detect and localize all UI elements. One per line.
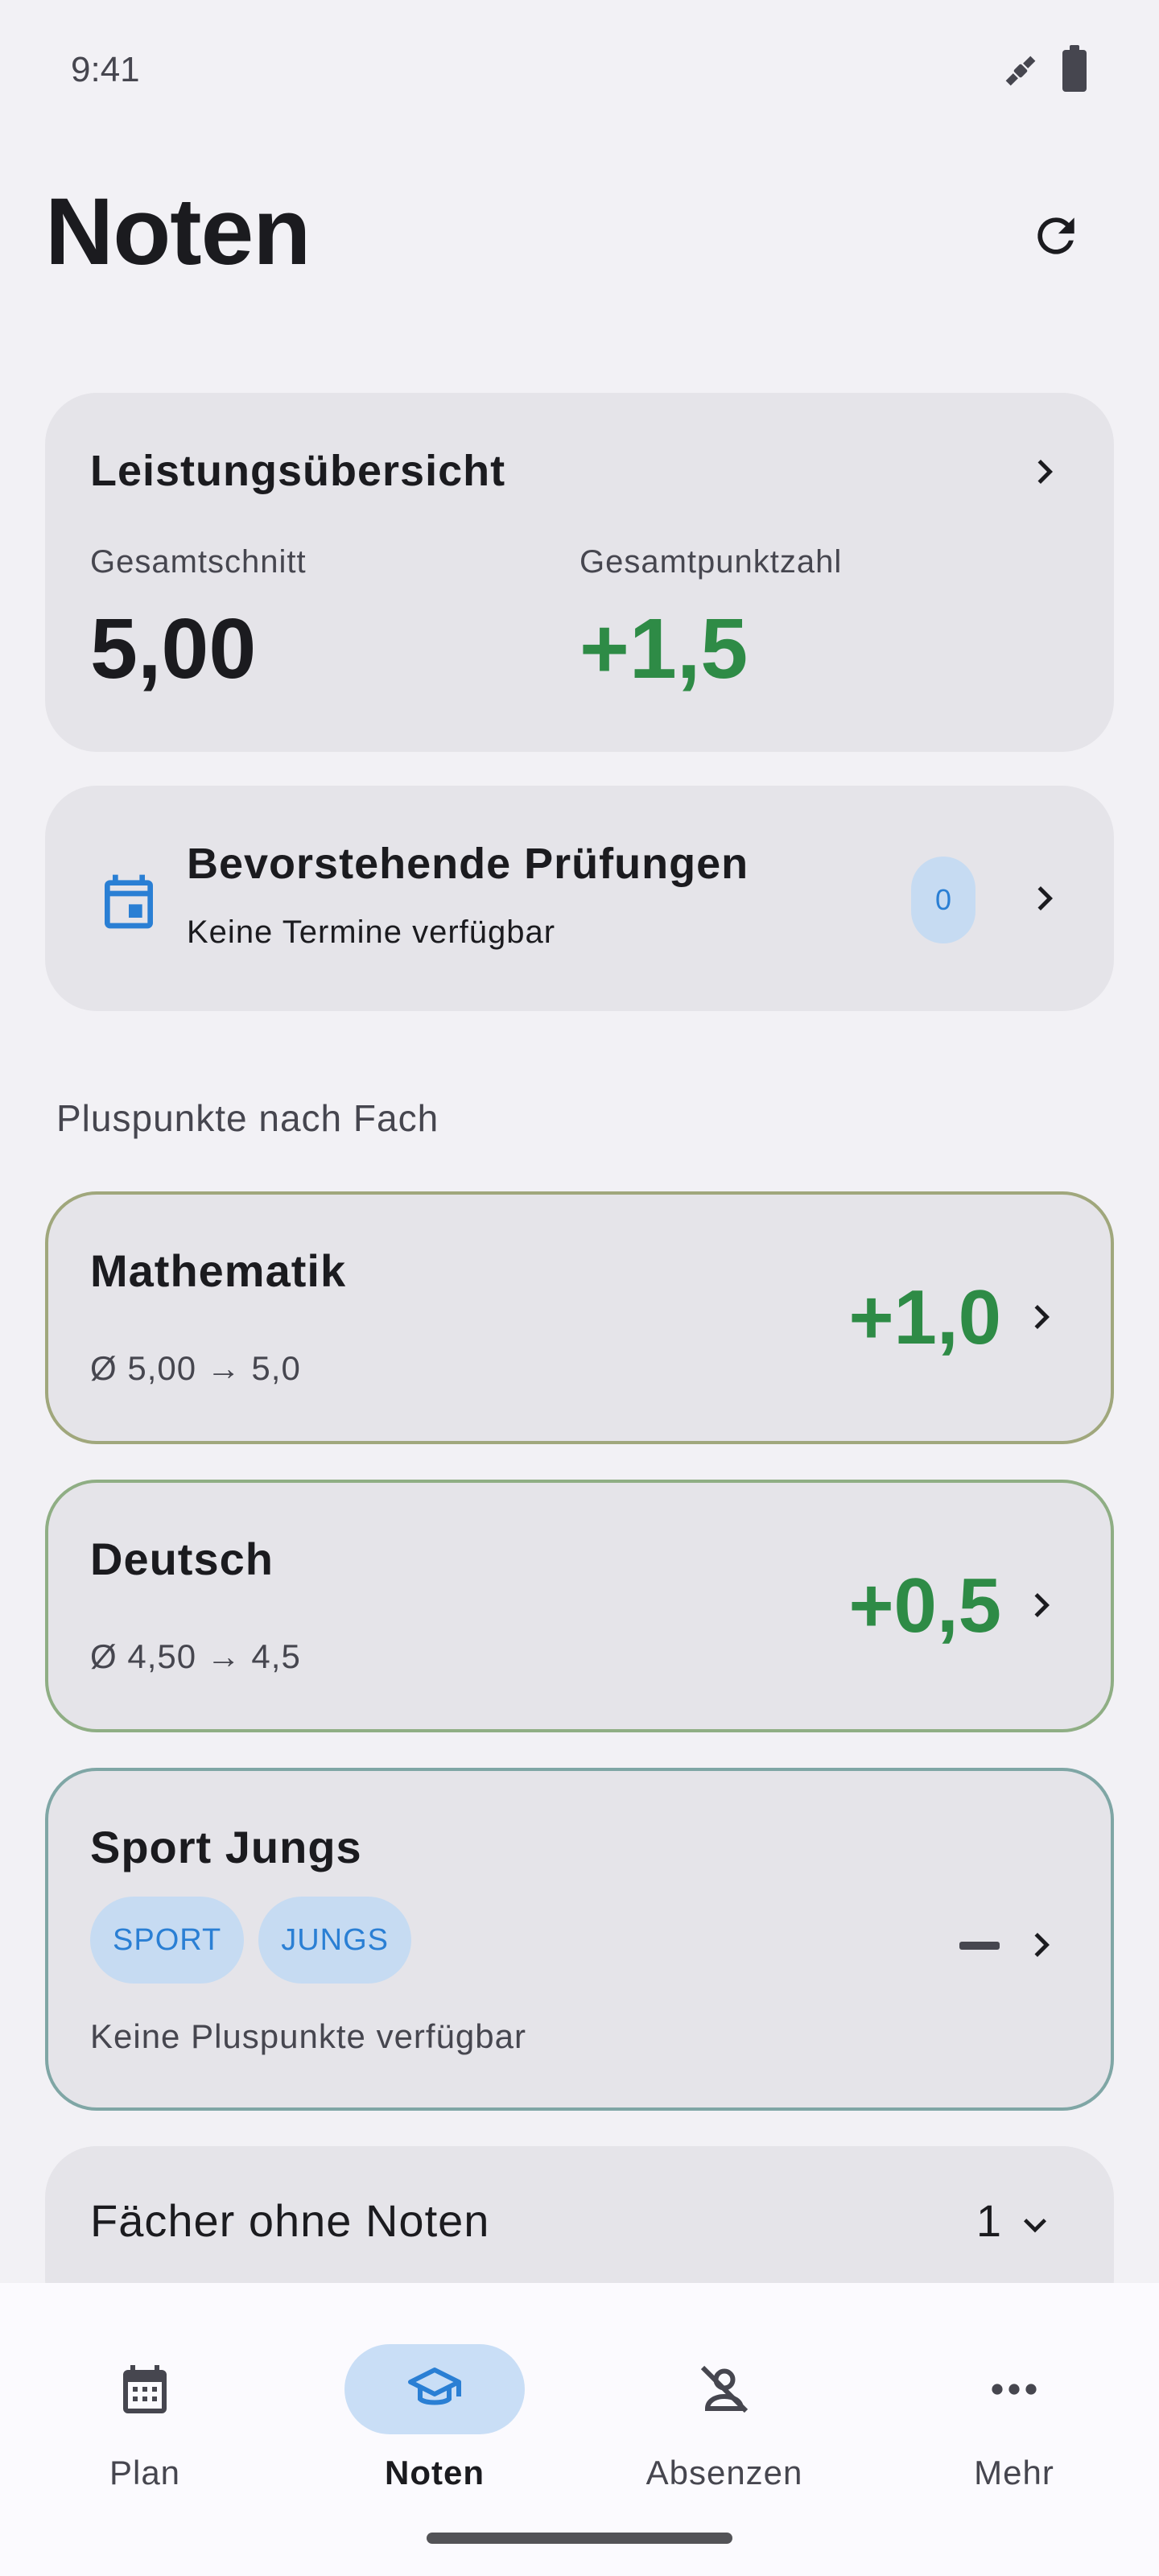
upcoming-exams-card[interactable]: Bevorstehende Prüfungen Keine Termine ve… bbox=[45, 786, 1114, 1011]
chevron-right-icon bbox=[1017, 1293, 1066, 1341]
subject-name: Sport Jungs bbox=[90, 1822, 362, 1872]
battery-icon bbox=[1062, 45, 1087, 92]
subject-name: Deutsch bbox=[90, 1534, 274, 1584]
exam-count-badge: 0 bbox=[911, 857, 975, 943]
subject-name: Mathematik bbox=[90, 1245, 347, 1296]
subject-average: Ø 4,50 → 4,5 bbox=[90, 1637, 301, 1675]
subject-note: Keine Pluspunkte verfügbar bbox=[90, 2017, 526, 2055]
overview-card[interactable]: Leistungsübersicht Gesamtschnitt Gesamtp… bbox=[45, 393, 1114, 752]
subject-card-deutsch[interactable]: Deutsch Ø 4,50 → 4,5 +0,5 bbox=[45, 1480, 1114, 1732]
chevron-right-icon bbox=[1021, 448, 1069, 496]
more-horizontal-icon bbox=[992, 2384, 1037, 2395]
home-indicator[interactable] bbox=[427, 2533, 732, 2544]
nav-label: Noten bbox=[385, 2454, 485, 2491]
section-label: Pluspunkte nach Fach bbox=[56, 1097, 439, 1139]
nav-item-mehr[interactable]: Mehr bbox=[869, 2315, 1159, 2492]
no-points-dash bbox=[959, 1942, 1000, 1950]
chevron-right-icon bbox=[1017, 1581, 1066, 1629]
nav-label: Mehr bbox=[974, 2454, 1054, 2491]
subject-card-mathematik[interactable]: Mathematik Ø 5,00 → 5,0 +1,0 bbox=[45, 1191, 1114, 1444]
nav-icon-container bbox=[55, 2344, 235, 2434]
status-bar: 9:41 bbox=[0, 0, 1159, 145]
nav-icon-container bbox=[344, 2344, 525, 2434]
graduation-cap-icon bbox=[408, 2368, 461, 2405]
subjects-without-grades-label: Fächer ohne Noten bbox=[90, 2195, 490, 2246]
overall-points-label: Gesamtpunktzahl bbox=[580, 544, 843, 580]
nav-item-absenzen[interactable]: Absenzen bbox=[580, 2315, 869, 2492]
overall-average-label: Gesamtschnitt bbox=[90, 544, 307, 580]
overall-points-value: +1,5 bbox=[580, 601, 749, 696]
person-off-icon bbox=[700, 2365, 749, 2413]
calendar-icon bbox=[123, 2365, 167, 2413]
subject-tag: SPORT bbox=[90, 1897, 245, 1984]
subject-tag: JUNGS bbox=[258, 1897, 412, 1984]
overview-title: Leistungsübersicht bbox=[90, 447, 506, 495]
chevron-down-icon bbox=[1013, 2202, 1058, 2248]
subject-average: Ø 5,00 → 5,0 bbox=[90, 1349, 301, 1387]
subject-tags: SPORT JUNGS bbox=[90, 1897, 412, 1984]
refresh-button[interactable] bbox=[1025, 205, 1087, 266]
overall-average-value: 5,00 bbox=[90, 601, 257, 696]
calendar-icon bbox=[97, 869, 161, 934]
status-time: 9:41 bbox=[71, 50, 140, 89]
nav-icon-container bbox=[634, 2344, 815, 2434]
nav-icon-container bbox=[924, 2344, 1104, 2434]
chevron-right-icon bbox=[1021, 874, 1069, 923]
nav-item-noten[interactable]: Noten bbox=[290, 2315, 580, 2492]
subjects-without-grades-count: 1 bbox=[975, 2195, 1001, 2246]
upcoming-exams-title: Bevorstehende Prüfungen bbox=[187, 840, 749, 888]
chevron-right-icon bbox=[1017, 1921, 1066, 1969]
refresh-icon bbox=[1037, 217, 1074, 254]
subject-points: +1,0 bbox=[848, 1274, 1001, 1360]
nav-label: Absenzen bbox=[645, 2454, 803, 2491]
screen: 9:41 Noten Leistungsübersicht Gesamtschn… bbox=[0, 0, 1159, 2576]
status-icons bbox=[1000, 45, 1087, 92]
page-title: Noten bbox=[45, 179, 311, 285]
subject-card-sport-jungs[interactable]: Sport Jungs SPORT JUNGS Keine Pluspunkte… bbox=[45, 1768, 1114, 2111]
nav-label: Plan bbox=[109, 2454, 181, 2491]
satellite-icon bbox=[1000, 50, 1041, 92]
nav-item-plan[interactable]: Plan bbox=[0, 2315, 290, 2492]
subject-points: +0,5 bbox=[848, 1563, 1001, 1649]
upcoming-exams-subtitle: Keine Termine verfügbar bbox=[187, 914, 556, 950]
